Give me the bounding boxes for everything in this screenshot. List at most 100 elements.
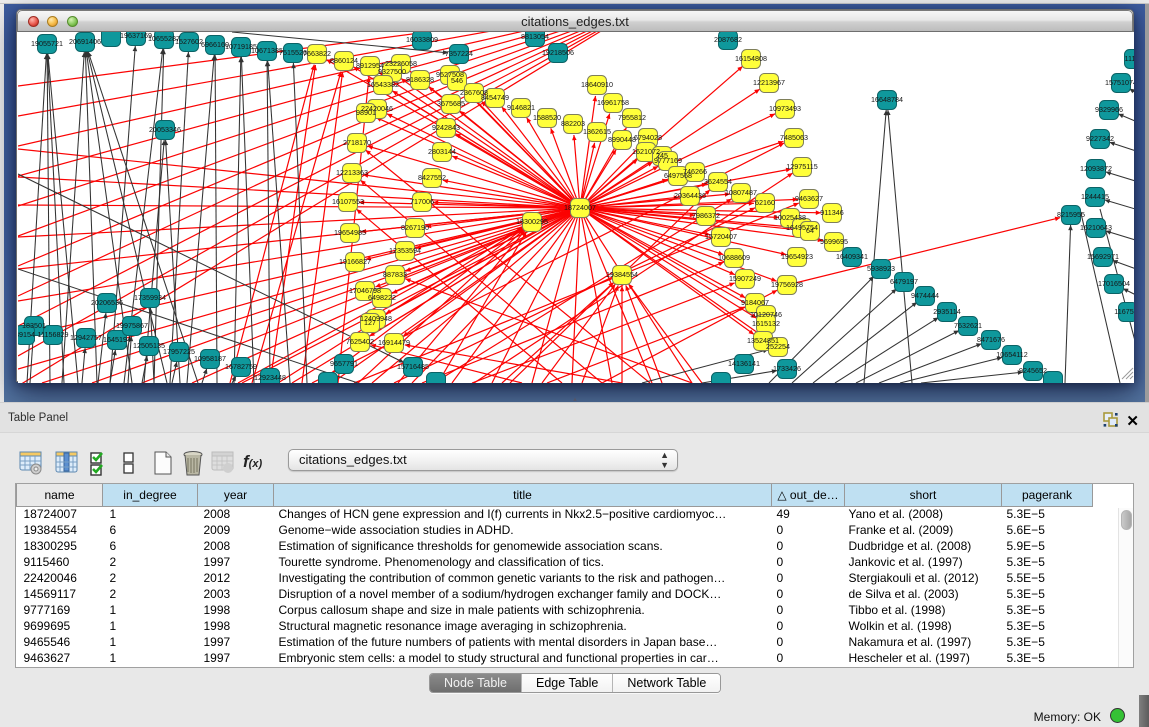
svg-text:16961758: 16961758 <box>597 98 629 107</box>
svg-text:14136141: 14136141 <box>728 359 760 368</box>
svg-text:19218506: 19218506 <box>542 48 574 57</box>
svg-text:6794028: 6794028 <box>634 133 662 142</box>
svg-text:8860124: 8860124 <box>330 56 358 65</box>
svg-text:1527602: 1527602 <box>175 37 203 46</box>
svg-text:18300295: 18300295 <box>516 217 548 226</box>
svg-text:16210643: 16210643 <box>1080 223 1112 232</box>
svg-text:546: 546 <box>451 76 463 85</box>
svg-text:10688609: 10688609 <box>718 253 750 262</box>
svg-text:12213363: 12213363 <box>336 168 368 177</box>
svg-text:8186328: 8186328 <box>406 75 434 84</box>
svg-text:15716485: 15716485 <box>397 362 429 371</box>
svg-text:64: 64 <box>806 226 814 235</box>
svg-text:39154: 39154 <box>18 330 35 339</box>
svg-text:12093872: 12093872 <box>1080 164 1112 173</box>
svg-text:127: 127 <box>364 318 376 327</box>
svg-text:16409341: 16409341 <box>836 252 868 261</box>
svg-text:16107553: 16107553 <box>332 197 364 206</box>
svg-text:2718170: 2718170 <box>343 138 371 147</box>
svg-text:717006: 717006 <box>410 197 434 206</box>
svg-text:62160: 62160 <box>755 198 775 207</box>
svg-text:9227342: 9227342 <box>1086 134 1114 143</box>
svg-text:17359934: 17359934 <box>134 293 166 302</box>
svg-text:7485063: 7485063 <box>780 133 808 142</box>
svg-text:8215955: 8215955 <box>1057 210 1085 219</box>
svg-text:19654985: 19654985 <box>334 228 366 237</box>
svg-text:10120746: 10120746 <box>750 310 782 319</box>
svg-text:18724007: 18724007 <box>564 203 596 212</box>
svg-text:7632621: 7632621 <box>954 321 982 330</box>
svg-text:20691406: 20691406 <box>69 37 101 46</box>
svg-text:15751074: 15751074 <box>1105 78 1134 87</box>
svg-text:1588520: 1588520 <box>533 113 561 122</box>
svg-text:12353594: 12353594 <box>389 246 421 255</box>
svg-text:1645194: 1645194 <box>103 335 131 344</box>
svg-text:19654923: 19654923 <box>781 252 813 261</box>
svg-text:8427552: 8427552 <box>418 173 446 182</box>
svg-text:98901: 98901 <box>356 108 376 117</box>
svg-text:1362615: 1362615 <box>583 127 611 136</box>
svg-text:10654112: 10654112 <box>996 350 1027 359</box>
svg-text:16154808: 16154808 <box>735 54 767 63</box>
svg-text:6498222: 6498222 <box>368 293 396 302</box>
svg-text:20206536: 20206536 <box>91 298 123 307</box>
svg-text:8813054: 8813054 <box>521 32 549 41</box>
svg-text:7955812: 7955812 <box>618 113 646 122</box>
svg-text:9327500: 9327500 <box>378 67 406 76</box>
svg-text:16033809: 16033809 <box>406 35 438 44</box>
svg-text:911346: 911346 <box>820 208 843 217</box>
svg-text:9242843: 9242843 <box>432 123 460 132</box>
svg-text:252254: 252254 <box>766 342 790 351</box>
svg-text:7663822: 7663822 <box>303 49 331 58</box>
svg-text:11156829: 11156829 <box>38 330 69 339</box>
svg-text:20053346: 20053346 <box>149 125 181 134</box>
svg-text:10807487: 10807487 <box>725 188 757 197</box>
svg-text:20364436: 20364436 <box>674 191 706 200</box>
svg-text:3624554: 3624554 <box>704 177 732 186</box>
svg-text:12923448: 12923448 <box>254 373 286 382</box>
svg-text:17957225: 17957225 <box>163 347 195 356</box>
svg-text:9699695: 9699695 <box>820 237 848 246</box>
svg-text:16648784: 16648784 <box>871 95 903 104</box>
svg-text:1615132: 1615132 <box>752 319 780 328</box>
svg-text:19055721: 19055721 <box>31 39 63 48</box>
svg-text:2935114: 2935114 <box>933 307 960 316</box>
svg-text:12505135: 12505135 <box>133 341 165 350</box>
svg-text:9245652: 9245652 <box>1019 366 1047 375</box>
svg-text:1244415: 1244415 <box>1081 192 1109 201</box>
svg-text:12213967: 12213967 <box>753 78 785 87</box>
svg-text:887833: 887833 <box>383 270 407 279</box>
svg-text:9777169: 9777169 <box>654 156 682 165</box>
svg-text:2803144: 2803144 <box>428 147 456 156</box>
svg-text:7625402: 7625402 <box>346 337 374 346</box>
svg-text:15907249: 15907249 <box>729 274 761 283</box>
svg-text:10958187: 10958187 <box>194 354 226 363</box>
svg-text:7986372: 7986372 <box>692 211 720 220</box>
svg-text:9463627: 9463627 <box>795 194 823 203</box>
svg-text:8267190: 8267190 <box>401 223 429 232</box>
svg-text:9329966: 9329966 <box>1095 105 1123 114</box>
svg-text:19975867: 19975867 <box>116 321 148 330</box>
svg-text:16782759: 16782759 <box>225 362 257 371</box>
svg-text:6479197: 6479197 <box>890 277 918 286</box>
svg-text:882203: 882203 <box>561 119 585 128</box>
svg-text:746266: 746266 <box>683 167 707 176</box>
svg-text:9146821: 9146821 <box>507 103 535 112</box>
svg-text:12975115: 12975115 <box>786 162 817 171</box>
svg-text:11171: 11171 <box>1125 54 1134 63</box>
svg-text:1733426: 1733426 <box>773 364 801 373</box>
svg-text:9657791: 9657791 <box>330 359 358 368</box>
svg-text:18640910: 18640910 <box>581 80 613 89</box>
svg-text:19384554: 19384554 <box>606 270 638 279</box>
svg-text:16914479: 16914479 <box>378 338 410 347</box>
svg-text:17016504: 17016504 <box>1098 279 1130 288</box>
svg-text:19756928: 19756928 <box>771 280 803 289</box>
svg-text:10025438: 10025438 <box>774 213 806 222</box>
svg-text:15692971: 15692971 <box>1087 252 1119 261</box>
svg-text:10973493: 10973493 <box>769 104 801 113</box>
svg-text:19166827: 19166827 <box>339 257 371 266</box>
svg-text:15720407: 15720407 <box>705 232 737 241</box>
svg-text:16543382: 16543382 <box>367 80 399 89</box>
svg-text:3675685: 3675685 <box>437 99 465 108</box>
svg-text:5938923: 5938923 <box>867 264 895 273</box>
